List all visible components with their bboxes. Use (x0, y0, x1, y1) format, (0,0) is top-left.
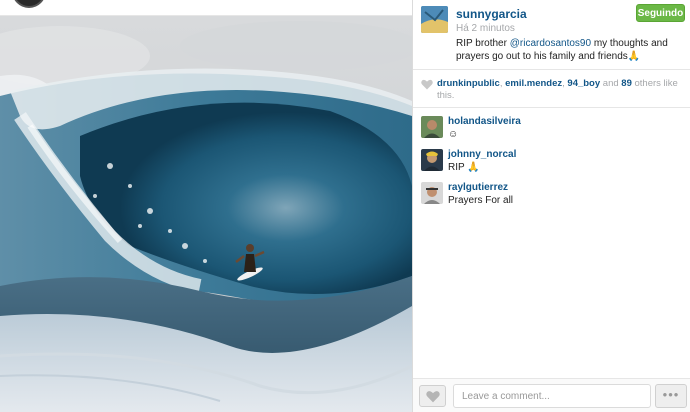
author-username[interactable]: sunnygarcia (456, 7, 527, 21)
commenter-avatar[interactable] (421, 116, 443, 138)
wave-image (0, 16, 412, 412)
heart-icon (421, 79, 433, 90)
post-photo[interactable] (0, 16, 412, 412)
comment-item: johnny_norcal RIP 🙏 (413, 141, 690, 173)
commenter-avatar[interactable] (421, 149, 443, 171)
commenter-username[interactable]: holandasilveira (448, 116, 521, 127)
likes-and: and (600, 78, 622, 89)
commenter-username[interactable]: johnny_norcal (448, 149, 516, 160)
more-options-button[interactable]: ••• (655, 384, 687, 408)
like-button[interactable] (419, 385, 446, 407)
top-strip (0, 0, 412, 16)
likes-count-link[interactable]: 89 (621, 78, 632, 89)
commenter-avatar-image (421, 116, 443, 138)
comment-text: ☺ (448, 129, 459, 140)
comment-item: raylgutierrez Prayers For all (413, 174, 690, 206)
commenter-avatar[interactable] (421, 182, 443, 204)
caption-mention-link[interactable]: @ricardosantos90 (510, 38, 591, 49)
following-button[interactable]: Seguindo (636, 4, 685, 22)
post-timestamp: Há 2 minutos (456, 23, 515, 34)
liker-link[interactable]: 94_boy (567, 78, 600, 89)
likes-text: drunkinpublic, emil.mendez, 94_boy and 8… (437, 78, 687, 102)
post-header: sunnygarcia Há 2 minutos Seguindo RIP br… (413, 0, 690, 70)
comment-text: Prayers For all (448, 195, 514, 206)
comment-item: holandasilveira ☺ (413, 108, 690, 140)
comment-input[interactable] (453, 384, 651, 408)
commenter-avatar-image (421, 182, 443, 204)
caption-text-start: RIP brother (456, 38, 510, 49)
post-caption: RIP brother @ricardosantos90 my thoughts… (456, 37, 688, 63)
liker-link[interactable]: drunkinpublic (437, 78, 500, 89)
header-avatar[interactable] (12, 0, 46, 8)
comment-text: RIP 🙏 (448, 162, 480, 173)
comment-footer: ••• (413, 378, 690, 412)
author-avatar[interactable] (421, 6, 448, 33)
commenter-username[interactable]: raylgutierrez (448, 182, 508, 193)
likes-summary: drunkinpublic, emil.mendez, 94_boy and 8… (413, 70, 690, 108)
post-detail-panel: sunnygarcia Há 2 minutos Seguindo RIP br… (412, 0, 690, 412)
liker-link[interactable]: emil.mendez (505, 78, 562, 89)
commenter-avatar-image (421, 149, 443, 171)
author-avatar-image (421, 6, 448, 33)
heart-icon (426, 391, 440, 403)
